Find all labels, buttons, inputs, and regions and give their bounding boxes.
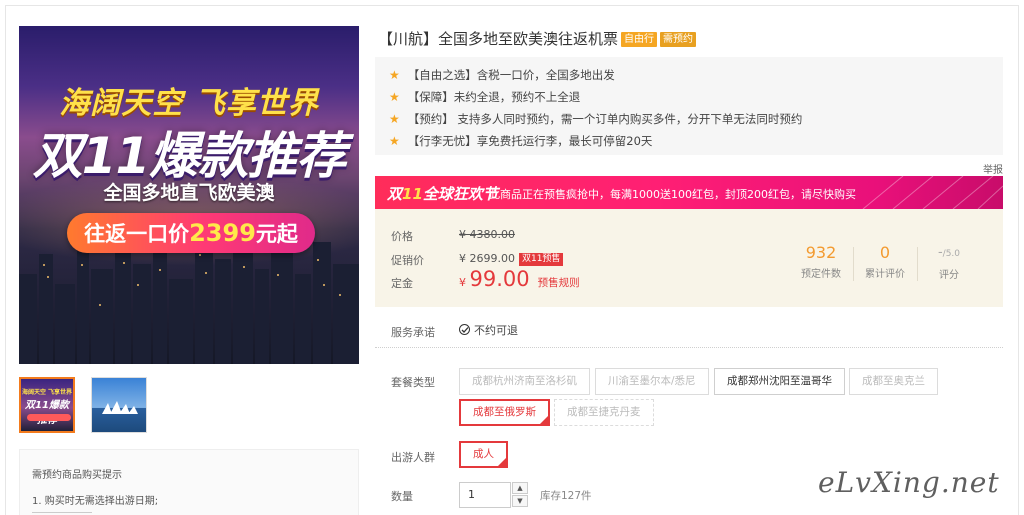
reviews-caption: 累计评价 <box>865 269 905 280</box>
star-icon: ★ <box>389 90 400 104</box>
main-product-image[interactable]: 海阔天空 飞享世界 双11爆款推荐 全国多地直飞欧美澳 往返一口价2399元起 <box>19 26 359 364</box>
festival-streaks <box>862 176 1003 209</box>
tag-free-travel: 自由行 <box>621 32 658 47</box>
label-deposit: 定金 <box>391 277 413 290</box>
rating-value: -/5.0 <box>919 243 979 264</box>
feature-item: ★ 【保障】未约全退，预约不上全退 <box>389 89 580 105</box>
quantity-label: 数量 <box>391 490 413 503</box>
banner-subline: 全国多地直飞欧美澳 <box>103 182 275 204</box>
feature-list: ★ 【自由之选】含税一口价，全国多地出发 ★ 【保障】未约全退，预约不上全退 ★ 【预… <box>375 57 1003 155</box>
festival-text: 此商品正在预售疯抢中，每满1000送100红包，封顶200红包，请尽快购买 <box>489 188 856 201</box>
deposit-currency: ¥ <box>459 276 466 289</box>
banner-price-pill: 往返一口价2399元起 <box>67 213 315 253</box>
thumb-slogan: 海阔天空 飞享世界 <box>21 389 73 396</box>
feature-text: 【保障】未约全退，预约不上全退 <box>407 90 581 104</box>
stat-rating: -/5.0 评分 <box>919 243 979 281</box>
bookings-count: 932 <box>805 243 837 262</box>
service-promise-text: 不约可退 <box>474 324 518 337</box>
price-panel: 价格 ¥ 4380.00 促销价 ¥ 2699.00 双11预售 定金 ¥ 99.… <box>375 209 1003 307</box>
notice-title: 需预约商品购买提示 <box>32 470 122 481</box>
star-icon: ★ <box>389 134 400 148</box>
feature-text: 【预约】 支持多人同时预约，需一个订单内购买多件，分开下单无法同时预约 <box>407 112 803 126</box>
notice-item: 1. 购买时无需选择出游日期; <box>32 496 159 507</box>
bookings-caption: 预定件数 <box>801 269 841 280</box>
stat-reviews[interactable]: 0 累计评价 <box>855 243 915 280</box>
package-option-selected[interactable]: 成都至俄罗斯 <box>459 399 550 426</box>
feature-item: ★ 【自由之选】含税一口价，全国多地出发 <box>389 67 615 83</box>
star-icon: ★ <box>389 68 400 82</box>
quantity-input[interactable]: 1 <box>459 482 511 508</box>
presale-rules-link[interactable]: 预售规则 <box>538 277 580 289</box>
thumb-headline: 双11爆款推荐 <box>25 400 69 426</box>
deposit-row: ¥ 99.00 预售规则 <box>459 267 580 291</box>
package-label: 套餐类型 <box>391 376 435 389</box>
promo-badge: 双11预售 <box>518 253 564 266</box>
star-icon: ★ <box>389 112 400 126</box>
stat-divider <box>853 247 854 281</box>
original-price: ¥ 4380.00 <box>459 228 515 241</box>
reservation-notice: 需预约商品购买提示 1. 购买时无需选择出游日期; <box>19 449 359 515</box>
thumb-pill <box>27 414 71 421</box>
thumbnail-1[interactable]: 海阔天空 飞享世界 双11爆款推荐 <box>19 377 75 433</box>
promo-price: ¥ 2699.00 <box>459 252 515 265</box>
label-promo-price: 促销价 <box>391 254 424 267</box>
promo-price-row: ¥ 2699.00 双11预售 <box>459 252 564 266</box>
service-promise: 不约可退 <box>459 322 518 338</box>
package-option[interactable]: 成都至捷克丹麦 <box>554 399 654 426</box>
quantity-decrement-button[interactable]: ▼ <box>512 495 528 507</box>
package-option[interactable]: 成都杭州济南至洛杉矶 <box>459 368 590 395</box>
check-circle-icon <box>459 324 470 335</box>
pill-price: 2399 <box>189 219 256 247</box>
feature-text: 【自由之选】含税一口价，全国多地出发 <box>407 68 615 82</box>
stat-divider <box>917 247 918 281</box>
product-title: 【川航】全国多地至欧美澳往返机票 自由行 需预约 <box>378 28 697 49</box>
package-option[interactable]: 成都郑州沈阳至温哥华 <box>714 368 845 395</box>
logo-prefix: 双 <box>387 185 403 203</box>
tag-reservation: 需预约 <box>660 32 697 47</box>
label-price: 价格 <box>391 230 413 243</box>
quantity-increment-button[interactable]: ▲ <box>512 482 528 494</box>
stat-bookings: 932 预定件数 <box>791 243 851 280</box>
travelers-label: 出游人群 <box>391 451 435 464</box>
pill-suffix: 元起 <box>255 222 298 246</box>
stock-count: 库存127件 <box>540 490 592 502</box>
service-label: 服务承诺 <box>391 326 435 339</box>
festival-banner[interactable]: 双11全球狂欢节 此商品正在预售疯抢中，每满1000送100红包，封顶200红包… <box>375 176 1003 209</box>
logo-text: 全球狂欢节 <box>422 185 498 203</box>
traveler-option-selected[interactable]: 成人 <box>459 441 508 468</box>
opera-house-shape <box>102 401 138 414</box>
feature-text: 【行李无忧】享免费托运行李，最长可停留20天 <box>407 134 653 148</box>
feature-item: ★ 【行李无忧】享免费托运行李，最长可停留20天 <box>389 133 652 149</box>
product-title-text: 【川航】全国多地至欧美澳往返机票 <box>378 30 619 48</box>
package-option[interactable]: 成都至奥克兰 <box>849 368 938 395</box>
festival-logo: 双11全球狂欢节 <box>387 183 498 204</box>
reviews-count: 0 <box>879 243 891 262</box>
section-divider <box>375 347 1003 348</box>
report-link[interactable]: 举报 <box>983 161 1003 176</box>
package-option[interactable]: 川渝至墨尔本/悉尼 <box>595 368 709 395</box>
logo-mark: 11 <box>402 185 423 203</box>
feature-item: ★ 【预约】 支持多人同时预约，需一个订单内购买多件，分开下单无法同时预约 <box>389 111 802 127</box>
rating-caption: 评分 <box>939 270 959 281</box>
rating-scale: /5.0 <box>942 249 961 259</box>
watermark: eLvXing.net <box>818 466 1000 499</box>
deposit-amount: 99.00 <box>469 267 530 291</box>
thumbnail-2[interactable] <box>91 377 147 433</box>
pill-prefix: 往返一口价 <box>84 222 190 246</box>
